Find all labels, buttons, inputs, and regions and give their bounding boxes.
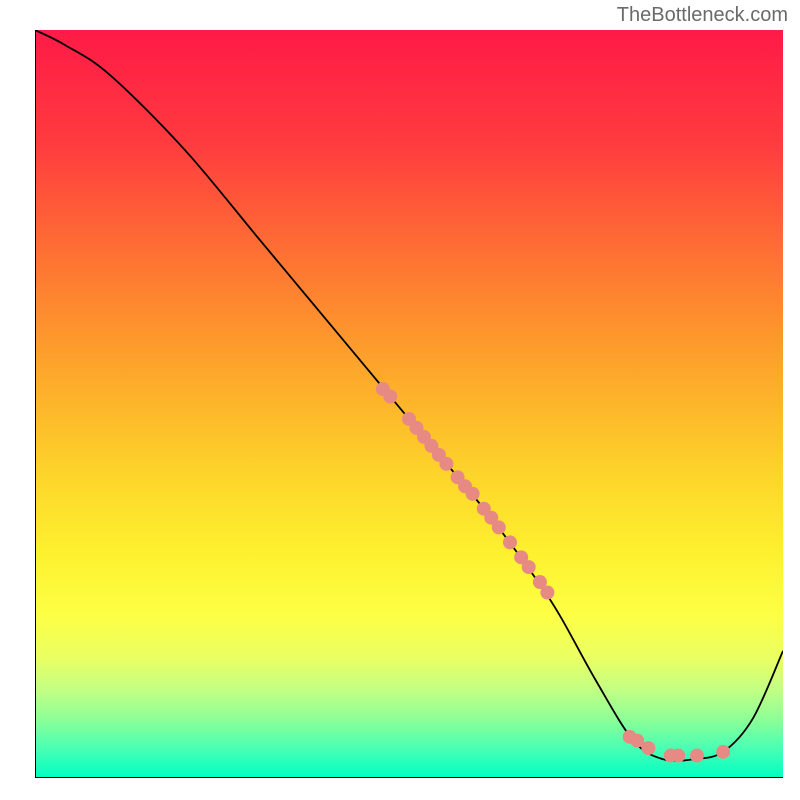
- data-dot: [383, 390, 397, 404]
- data-dot: [716, 745, 730, 759]
- watermark-text: TheBottleneck.com: [617, 4, 788, 27]
- data-dot: [439, 457, 453, 471]
- data-dot: [522, 560, 536, 574]
- data-dot: [466, 487, 480, 501]
- data-dot: [641, 741, 655, 755]
- data-dot: [671, 749, 685, 763]
- chart-container: [35, 30, 783, 778]
- data-dot: [492, 520, 506, 534]
- gradient-background: [35, 30, 783, 778]
- chart-svg: [35, 30, 783, 778]
- data-dot: [503, 535, 517, 549]
- data-dot: [540, 585, 554, 599]
- data-dot: [690, 749, 704, 763]
